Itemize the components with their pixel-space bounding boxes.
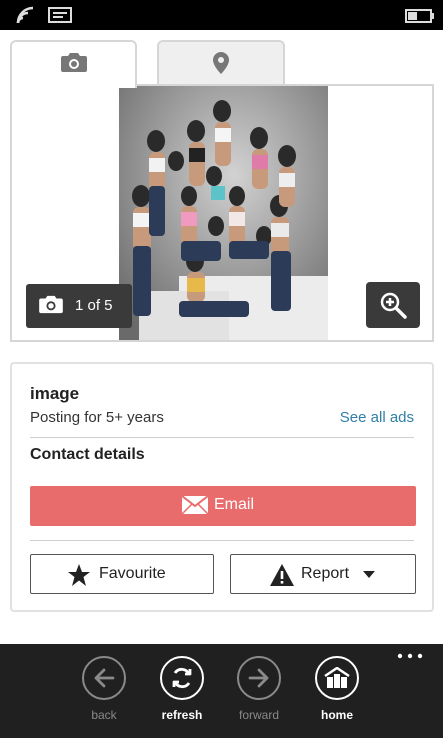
battery-icon	[405, 9, 434, 23]
contact-heading: Contact details	[30, 446, 145, 463]
forward-label: forward	[238, 708, 279, 722]
posting-duration: Posting for 5+ years	[30, 409, 164, 426]
refresh-label: refresh	[161, 708, 203, 722]
caret-down-icon	[363, 571, 375, 578]
arrow-left-icon	[94, 668, 115, 688]
report-label: Report	[301, 565, 350, 582]
seller-name: image	[30, 384, 80, 403]
see-all-ads-link[interactable]: See all ads	[340, 409, 414, 426]
zoom-in-icon	[380, 292, 407, 319]
app-bar: back refresh forward home	[0, 644, 443, 738]
listing-photo[interactable]	[119, 86, 328, 340]
star-icon	[68, 564, 90, 586]
refresh-button[interactable]: refresh	[152, 656, 212, 726]
zoom-button[interactable]	[366, 282, 420, 328]
camera-icon	[39, 295, 63, 314]
forward-button[interactable]: forward	[229, 656, 289, 726]
divider	[30, 540, 414, 541]
arrow-right-icon	[248, 668, 269, 688]
more-options-icon[interactable]	[396, 650, 426, 666]
tab-location[interactable]	[157, 40, 285, 86]
photo-gallery[interactable]: 1 of 5	[10, 84, 434, 342]
home-button[interactable]: home	[307, 656, 367, 726]
photo-counter: 1 of 5	[26, 284, 132, 328]
message-icon	[48, 7, 72, 23]
camera-icon	[60, 53, 87, 72]
back-label: back	[91, 708, 117, 722]
map-pin-icon	[213, 52, 229, 74]
favourite-button[interactable]: Favourite	[30, 554, 214, 594]
status-bar	[0, 0, 443, 30]
email-button[interactable]: Email	[30, 486, 416, 526]
favourite-label: Favourite	[99, 565, 166, 582]
seller-card: image Posting for 5+ years See all ads C…	[10, 362, 434, 612]
divider	[30, 437, 414, 438]
home-icon	[324, 667, 350, 688]
tab-photos[interactable]	[10, 40, 137, 88]
report-button[interactable]: Report	[230, 554, 416, 594]
refresh-icon	[172, 667, 192, 689]
warning-icon	[270, 564, 294, 586]
back-button[interactable]: back	[74, 656, 134, 726]
signal-icon	[16, 6, 34, 24]
home-label: home	[320, 708, 353, 722]
photo-counter-text: 1 of 5	[75, 297, 113, 314]
email-label: Email	[214, 496, 255, 513]
envelope-icon	[182, 496, 208, 514]
